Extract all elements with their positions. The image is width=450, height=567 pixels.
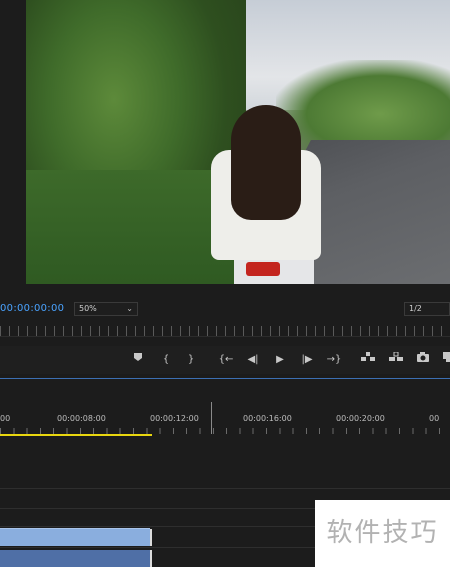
zoom-level-select[interactable]: 50% ⌄	[74, 302, 138, 316]
play-icon: ▶	[276, 354, 284, 365]
chevron-down-icon: ⌄	[126, 304, 133, 313]
camera-icon	[417, 352, 429, 362]
step-back-icon: ◀|	[247, 354, 259, 365]
step-forward-button[interactable]: |▶	[299, 352, 315, 368]
monitor-time-ruler[interactable]	[0, 326, 450, 337]
zoom-level-value: 50%	[79, 304, 97, 313]
step-back-button[interactable]: ◀|	[245, 352, 261, 368]
mark-in-button[interactable]: {	[158, 352, 174, 368]
extract-icon	[389, 351, 403, 361]
ruler-label: 00:00:20:00	[336, 414, 385, 423]
timeline-playhead[interactable]	[211, 402, 212, 434]
clip-edge-handle[interactable]	[150, 550, 152, 567]
video-taillight	[246, 262, 280, 276]
audio-clip[interactable]	[0, 550, 152, 567]
add-marker-icon	[134, 353, 142, 361]
watermark: 软件技巧	[315, 500, 450, 567]
add-marker-button[interactable]	[130, 352, 146, 368]
go-to-in-icon: {←	[218, 354, 234, 365]
go-to-out-icon: →}	[326, 354, 342, 365]
ruler-label: 00	[429, 414, 440, 423]
clip-edge-handle[interactable]	[150, 529, 152, 546]
extract-button[interactable]	[388, 351, 404, 368]
playhead-timecode[interactable]: 00:00:00:00	[0, 303, 64, 314]
lift-button[interactable]	[360, 352, 376, 368]
ruler-label: 00:00:08:00	[57, 414, 106, 423]
track-divider	[0, 488, 450, 489]
mark-out-icon: }	[187, 354, 195, 365]
video-rider-hair	[231, 105, 301, 220]
export-frame-button[interactable]	[415, 352, 431, 368]
step-forward-icon: |▶	[301, 354, 313, 365]
mark-out-button[interactable]: }	[183, 352, 199, 368]
work-area-bar[interactable]	[0, 434, 152, 436]
ruler-label: 00:00:16:00	[243, 414, 292, 423]
mark-in-icon: {	[162, 354, 170, 365]
play-button[interactable]: ▶	[272, 352, 288, 368]
ruler-label: 00	[0, 414, 11, 423]
go-to-in-button[interactable]: {←	[218, 352, 234, 368]
video-clip[interactable]	[0, 528, 152, 546]
program-monitor-video	[26, 0, 450, 284]
button-editor-button[interactable]	[440, 352, 450, 368]
playback-resolution-select[interactable]: 1/2	[404, 302, 450, 316]
go-to-out-button[interactable]: →}	[326, 352, 342, 368]
button-editor-icon	[443, 352, 450, 362]
playback-resolution-value: 1/2	[409, 304, 422, 313]
lift-icon	[361, 352, 375, 361]
panel-focus-line	[0, 378, 450, 379]
video-trees-right	[276, 60, 450, 150]
ruler-label: 00:00:12:00	[150, 414, 199, 423]
